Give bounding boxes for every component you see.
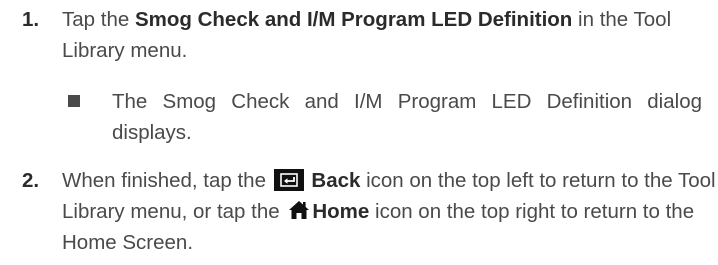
step-2-number: 2. (22, 169, 40, 192)
home-icon (289, 201, 310, 219)
step-2-text: When finished, tap the Back icon on the … (62, 165, 717, 258)
home-label: Home (312, 200, 370, 223)
back-arrow-icon (273, 169, 304, 191)
step-1-text-before: Tap the (62, 8, 135, 31)
square-bullet-icon (68, 95, 80, 107)
step-1-text: Tap the Smog Check and I/M Program LED D… (62, 4, 717, 66)
step-2-text-1: When finished, tap the (62, 169, 272, 192)
step-1-bold-label: Smog Check and I/M Program LED Definitio… (134, 8, 573, 31)
back-label: Back (311, 169, 361, 192)
bullet-text: The Smog Check and I/M Program LED Defin… (112, 90, 702, 144)
step-1-number: 1. (22, 8, 40, 31)
